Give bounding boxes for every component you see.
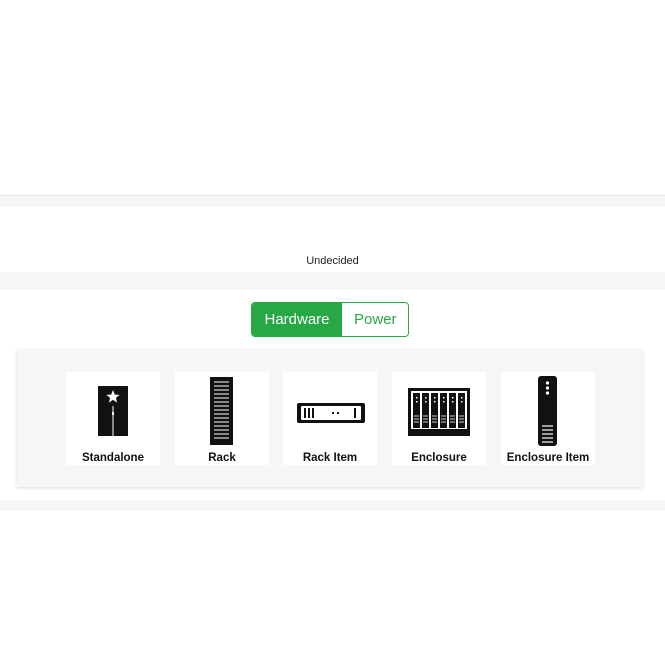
rack-icon xyxy=(210,377,233,445)
separator-band xyxy=(0,272,665,290)
enclosure-card[interactable]: Enclosure xyxy=(392,372,486,465)
item-label: Rack xyxy=(208,452,236,464)
power-button[interactable]: Power xyxy=(342,303,408,336)
enclosure-icon xyxy=(408,388,470,436)
item-label: Rack Item xyxy=(302,452,358,464)
rack-card[interactable]: Rack xyxy=(175,372,269,465)
standalone-server-icon xyxy=(98,386,128,436)
rack-item-card[interactable]: Rack Item xyxy=(283,372,377,465)
item-label: Standalone xyxy=(82,452,144,464)
hardware-button[interactable]: Hardware xyxy=(252,303,342,336)
status-text: Undecided xyxy=(306,255,359,267)
separator-band xyxy=(0,500,665,511)
item-label: Enclosure xyxy=(411,452,467,464)
item-label: Enclosure Item xyxy=(506,452,590,464)
standalone-card[interactable]: Standalone xyxy=(66,372,160,465)
separator-band xyxy=(0,196,665,207)
rack-item-icon xyxy=(297,403,365,423)
top-blank-area xyxy=(0,0,665,196)
enclosure-item-card[interactable]: Enclosure Item xyxy=(501,372,595,465)
enclosure-item-icon xyxy=(538,376,557,446)
category-toggle: Hardware Power xyxy=(251,302,409,337)
